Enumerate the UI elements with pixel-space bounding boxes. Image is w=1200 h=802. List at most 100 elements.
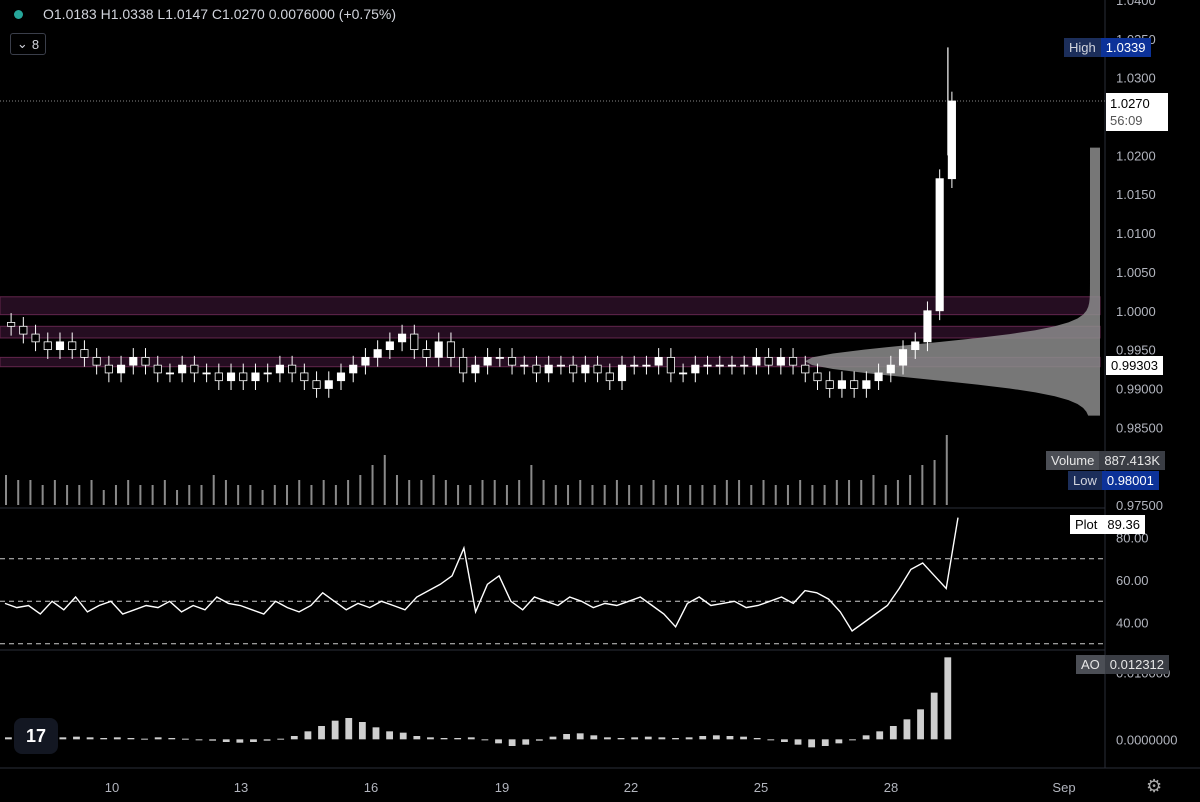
volume-profile <box>805 147 1100 416</box>
low-label-value: 0.98001 <box>1101 471 1159 490</box>
candle-body <box>630 364 639 367</box>
candle-body <box>569 364 578 374</box>
ao-bar <box>481 739 489 741</box>
chart-canvas[interactable]: 1.04001.03501.03001.02001.01501.01001.00… <box>0 0 1200 802</box>
ao-bar <box>263 739 271 741</box>
tradingview-logo-icon[interactable]: 17 <box>14 718 58 754</box>
candle-body <box>263 372 272 375</box>
candle-body <box>654 356 663 366</box>
ao-bar <box>73 736 80 740</box>
candle-body <box>923 310 932 343</box>
time-tick-label: 10 <box>105 780 119 795</box>
volume-bar <box>884 485 887 505</box>
volume-bar <box>762 480 765 505</box>
volume-bar <box>481 480 484 505</box>
ao-bar <box>930 692 938 740</box>
ao-bar <box>318 726 325 740</box>
high-label-value: 1.0339 <box>1100 38 1151 57</box>
ao-bar <box>576 733 584 740</box>
ao-bar <box>590 735 598 740</box>
ao-bar <box>86 737 94 740</box>
candle-body <box>471 364 480 374</box>
volume-bar <box>66 485 69 505</box>
candle-body <box>764 356 773 366</box>
candle-body <box>178 364 187 374</box>
indicators-collapse-button[interactable]: ⌄ 8 <box>10 33 46 55</box>
candle-body <box>666 356 675 374</box>
volume-bar <box>664 485 667 505</box>
volume-bar <box>176 490 179 505</box>
ao-bar <box>753 738 761 740</box>
candle-body <box>226 372 236 382</box>
ao-bar <box>277 738 285 740</box>
ao-bar <box>386 731 394 740</box>
volume-bar <box>273 485 276 505</box>
ao-bar <box>563 734 570 740</box>
volume-bar <box>945 435 948 505</box>
time-tick-label: 28 <box>884 780 898 795</box>
candle-body <box>593 364 602 374</box>
ao-bar <box>944 657 952 740</box>
volume-bar <box>5 475 7 505</box>
ao-bar <box>222 739 230 742</box>
ao-bar <box>535 739 543 741</box>
poc-label-value: 0.99303 <box>1106 356 1163 375</box>
high-label-key: High <box>1064 38 1101 57</box>
ao-bar <box>358 722 366 740</box>
volume-bar <box>90 480 93 505</box>
candle-body <box>507 356 517 366</box>
candle-body <box>300 372 309 382</box>
volume-bar <box>310 485 313 505</box>
volume-bar <box>322 480 325 505</box>
candle-body <box>275 364 284 374</box>
oscillator-tick-label: 40.00 <box>1116 616 1149 631</box>
candle-body <box>80 349 89 358</box>
volume-bar <box>628 485 631 505</box>
volume-bar <box>432 475 435 505</box>
plot-label-value: 89.36 <box>1102 515 1145 534</box>
volume-bar <box>603 485 606 505</box>
volume-bar <box>188 485 191 505</box>
ao-bar <box>345 718 353 740</box>
ao-bar <box>726 736 734 740</box>
volume-bar <box>493 480 496 505</box>
price-tick-label: 1.0000 <box>1116 304 1156 319</box>
price-tick-label: 1.0200 <box>1116 148 1156 163</box>
candle-body <box>727 364 737 367</box>
volume-bar <box>163 480 166 505</box>
ao-bar <box>889 726 897 740</box>
ao-bar <box>876 731 884 740</box>
candle-body <box>740 364 749 367</box>
volume-bar <box>444 480 447 505</box>
candle-body <box>288 364 297 374</box>
candle-body <box>691 364 700 374</box>
ao-bar <box>522 739 530 745</box>
volume-bar <box>41 485 44 505</box>
gear-icon[interactable]: ⚙ <box>1146 776 1162 797</box>
volume-bar <box>224 480 227 505</box>
volume-bar <box>554 485 557 505</box>
ao-bar <box>100 738 108 740</box>
ao-bar <box>781 739 788 742</box>
candle-body <box>617 364 627 382</box>
ao-bar <box>821 739 829 746</box>
candle-body <box>7 322 16 327</box>
time-tick-label: 22 <box>624 780 638 795</box>
chevron-down-icon: ⌄ <box>16 36 28 51</box>
volume-bar <box>591 485 594 505</box>
ao-bar <box>250 739 257 742</box>
low-label-key: Low <box>1068 471 1102 490</box>
last-price-label: 1.0270 56:09 <box>1106 93 1168 131</box>
candle-body <box>544 364 553 374</box>
candle-body <box>239 372 248 382</box>
ao-bar <box>658 737 666 740</box>
volume-bar <box>151 485 154 505</box>
ao-label: AO 0.012312 <box>1076 655 1170 674</box>
price-tick-label: 1.0400 <box>1116 0 1156 8</box>
last-price-value: 1.0270 <box>1110 96 1150 111</box>
candle-body <box>532 364 541 374</box>
volume-bar <box>799 480 802 505</box>
plot-label-key: Plot <box>1070 515 1103 534</box>
status-dot-icon <box>14 9 23 19</box>
volume-bar <box>725 480 728 505</box>
